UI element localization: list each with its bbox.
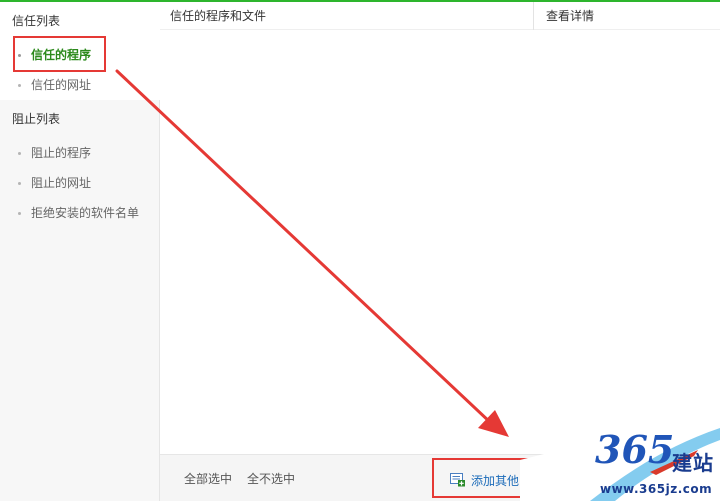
sidebar-item-label: 阻止的网址 bbox=[31, 176, 92, 190]
watermark-logo: 365 bbox=[595, 427, 675, 472]
bullet-icon bbox=[18, 181, 21, 185]
column-header-programs[interactable]: 信任的程序和文件 bbox=[170, 2, 266, 30]
block-list-heading: 阻止列表 bbox=[12, 112, 61, 126]
highlight-box-active-item bbox=[13, 36, 106, 72]
bullet-icon bbox=[18, 151, 21, 155]
select-none-button[interactable]: 全不选中 bbox=[247, 471, 295, 487]
sidebar-item-label: 信任的网址 bbox=[31, 78, 92, 92]
sidebar: 信任列表 信任的程序 信任的网址 阻止列表 阻止的程序 阻止的网址 拒绝安装的软… bbox=[0, 2, 160, 501]
bullet-icon bbox=[18, 211, 21, 215]
trust-list-heading: 信任列表 bbox=[12, 14, 61, 28]
sidebar-item-label: 拒绝安装的软件名单 bbox=[31, 206, 140, 220]
sidebar-item-blocked-urls[interactable]: 阻止的网址 bbox=[18, 173, 91, 193]
column-header-details[interactable]: 查看详情 bbox=[546, 2, 594, 30]
sidebar-item-trusted-urls[interactable]: 信任的网址 bbox=[18, 75, 91, 95]
column-divider bbox=[533, 2, 534, 30]
sidebar-item-label: 阻止的程序 bbox=[31, 146, 92, 160]
select-all-button[interactable]: 全部选中 bbox=[184, 471, 232, 487]
watermark-url: www.365jz.com bbox=[600, 482, 713, 496]
watermark-brand: 建站 bbox=[672, 451, 714, 475]
bullet-icon bbox=[18, 83, 21, 87]
program-list-body[interactable] bbox=[160, 31, 720, 454]
sidebar-item-rejected-software[interactable]: 拒绝安装的软件名单 bbox=[18, 203, 139, 223]
watermark: 365 建站 www.365jz.com bbox=[520, 400, 720, 501]
sidebar-item-blocked-programs[interactable]: 阻止的程序 bbox=[18, 143, 91, 163]
table-header: 信任的程序和文件 查看详情 bbox=[160, 2, 720, 30]
highlight-box-add-button bbox=[432, 458, 530, 498]
